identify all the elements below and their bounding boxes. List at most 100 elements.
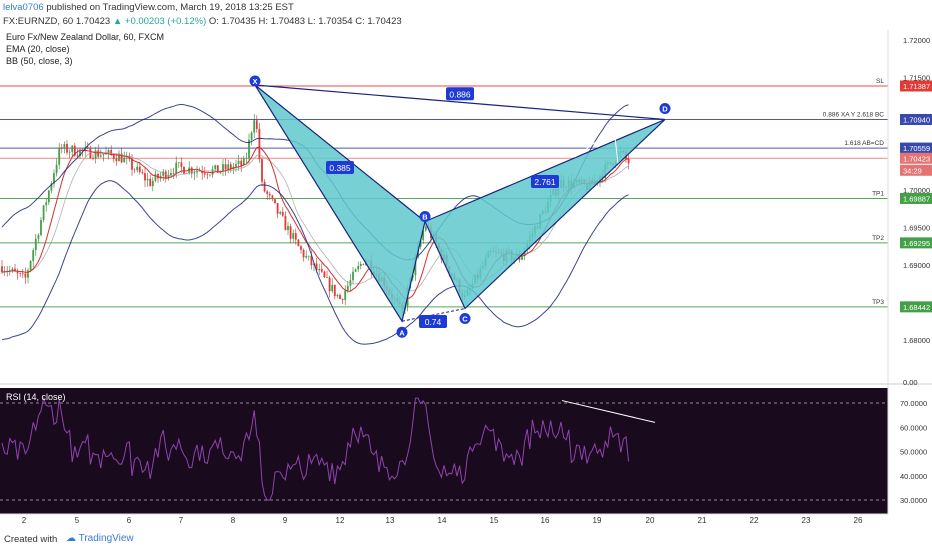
price-tick-3: 1.69500 <box>903 224 930 233</box>
candle-body <box>271 195 274 200</box>
created-with-text: Created with <box>4 534 58 545</box>
candle-body <box>253 120 256 133</box>
rsi-legend[interactable]: RSI (14, close) <box>6 392 66 402</box>
price-label-1: 1.70940 <box>903 116 930 125</box>
candle-body <box>331 284 334 292</box>
candle-body <box>307 255 310 257</box>
candle-body <box>305 256 308 258</box>
candle-body <box>281 212 284 216</box>
candle-body <box>180 162 183 167</box>
symbol-label: FX:EURNZD, 60 <box>3 16 74 27</box>
candle-body <box>287 226 289 231</box>
level-label-1: 0.886 XA Y 2.618 BC <box>823 112 885 119</box>
candle-body <box>131 159 133 170</box>
bb-legend[interactable]: BB (50, close, 3) <box>6 56 73 66</box>
candle-body <box>328 277 331 292</box>
candle-body <box>144 173 146 181</box>
ema-legend[interactable]: EMA (20, close) <box>6 44 70 54</box>
candle-body <box>354 269 357 272</box>
price-label-3: 1.70423 <box>903 154 930 163</box>
rsi-pane[interactable] <box>0 388 888 514</box>
candle-body <box>138 166 141 173</box>
time-tick-0: 2 <box>22 516 27 525</box>
candle-body <box>359 263 362 267</box>
candle-body <box>149 178 152 186</box>
time-tick-4: 8 <box>231 516 236 525</box>
time-tick-5: 9 <box>283 516 288 525</box>
candle-body <box>58 147 61 165</box>
time-tick-12: 20 <box>646 516 655 525</box>
candle-body <box>263 181 266 192</box>
price-tick-6: 0.00 <box>903 378 918 387</box>
candle-body <box>261 159 263 182</box>
candle-body <box>193 172 196 174</box>
candle-body <box>250 132 253 140</box>
candle-body <box>209 174 211 176</box>
candle-body <box>203 173 206 175</box>
chart-area[interactable]: SL 0.886 XA Y 2.618 BC 1.618 AB=CD TP1 TP2 TP… <box>0 30 932 530</box>
time-tick-1: 5 <box>75 516 80 525</box>
low-value: L: 1.70354 <box>307 16 353 27</box>
time-tick-2: 6 <box>127 516 132 525</box>
candle-body <box>175 162 178 174</box>
author-link[interactable]: lelva0706 <box>3 2 44 13</box>
candle-body <box>302 249 305 258</box>
candle-body <box>362 263 365 265</box>
candle-body <box>297 239 300 247</box>
time-tick-6: 12 <box>336 516 345 525</box>
candle-body <box>11 268 14 271</box>
candle-body <box>136 166 139 171</box>
price-label-4: 34:29 <box>903 166 922 175</box>
candle-body <box>346 285 349 291</box>
time-tick-11: 19 <box>593 516 602 525</box>
candle-body <box>92 158 94 160</box>
candle-body <box>42 205 45 220</box>
candle-body <box>294 233 297 240</box>
footer: Created with ☁ TradingView <box>0 530 932 550</box>
candle-body <box>125 157 128 159</box>
candle-body <box>47 190 50 203</box>
candle-body <box>284 215 287 231</box>
candle-body <box>40 219 42 236</box>
price-pane[interactable] <box>0 30 888 382</box>
candle-body <box>424 226 427 231</box>
candle-body <box>86 147 89 148</box>
publish-info: lelva0706 published on TradingView.com, … <box>3 2 294 13</box>
level-label-6: TP3 <box>872 299 884 306</box>
ratio-label-1: 0.385 <box>329 163 351 173</box>
candle-body <box>214 165 217 170</box>
candle-body <box>279 212 282 214</box>
candle-body <box>27 270 29 278</box>
candle-body <box>357 266 360 270</box>
candle-body <box>133 169 136 171</box>
level-label-5: TP2 <box>872 235 884 242</box>
candle-body <box>141 172 144 174</box>
pattern-point-label-A: A <box>399 328 405 337</box>
rsi-tick-0: 70.0000 <box>900 399 927 408</box>
rsi-tick-1: 60.0000 <box>900 423 927 432</box>
candle-body <box>323 271 326 278</box>
candle-body <box>237 160 240 165</box>
candle-body <box>16 271 19 274</box>
tradingview-logo[interactable]: ☁ TradingView <box>66 533 134 544</box>
candle-body <box>177 162 180 163</box>
candle-body <box>344 290 347 300</box>
level-label-4: TP1 <box>872 190 884 197</box>
ratio-label-2: 0.74 <box>425 317 442 327</box>
candle-body <box>339 294 341 299</box>
candle-body <box>333 284 336 297</box>
price-label-2: 1.70559 <box>903 144 930 153</box>
candle-body <box>222 164 224 171</box>
candle-body <box>71 145 74 152</box>
chart-header: lelva0706 published on TradingView.com, … <box>0 0 932 30</box>
candle-body <box>37 235 40 239</box>
cloud-icon: ☁ <box>66 533 76 544</box>
time-tick-15: 23 <box>802 516 811 525</box>
time-tick-8: 14 <box>438 516 447 525</box>
candle-body <box>24 273 27 278</box>
candle-body <box>172 173 175 174</box>
rsi-tick-3: 40.0000 <box>900 472 927 481</box>
candle-body <box>326 277 328 278</box>
candle-body <box>292 233 295 239</box>
candle-body <box>245 158 248 159</box>
